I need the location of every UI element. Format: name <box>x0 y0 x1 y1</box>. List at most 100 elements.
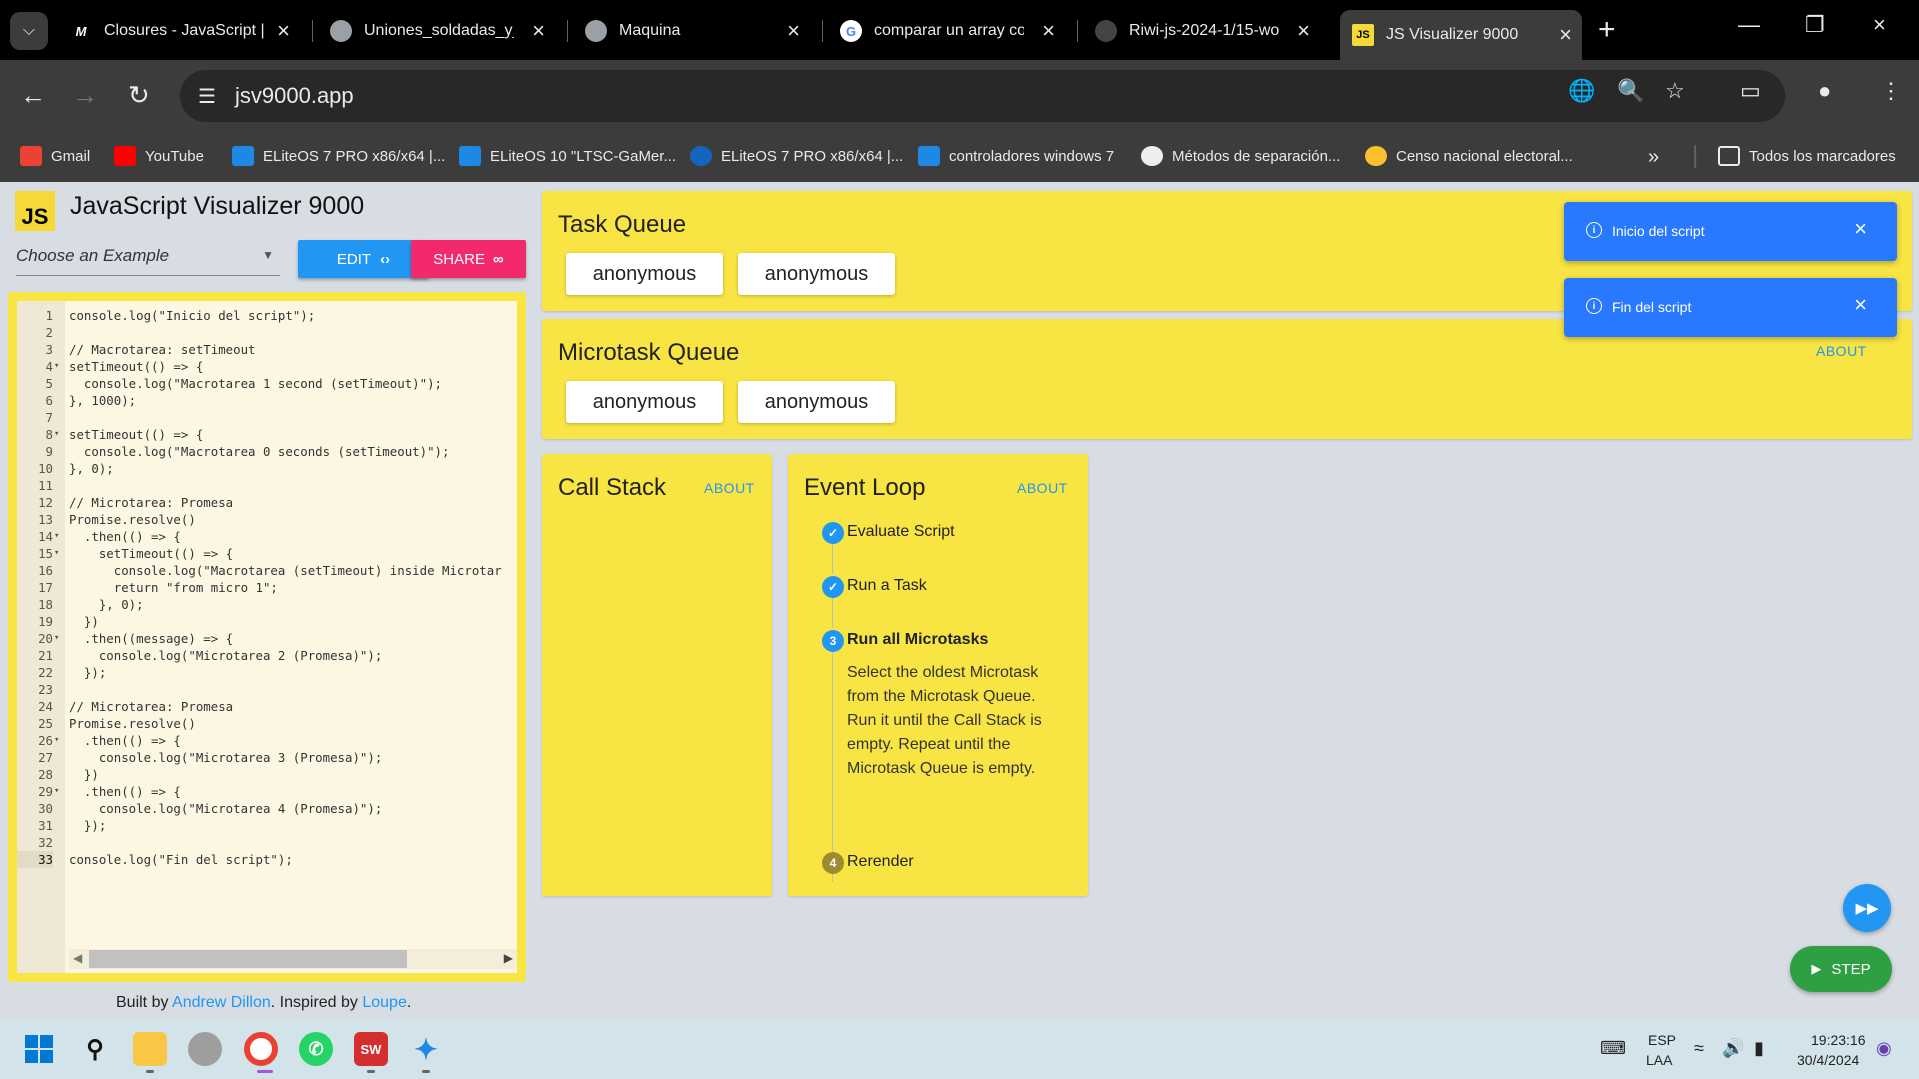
solidworks-icon[interactable]: SW <box>354 1032 388 1066</box>
code-line[interactable]: 11 <box>17 477 517 494</box>
microtask-about-link[interactable]: ABOUT <box>1816 343 1867 359</box>
example-select[interactable]: Choose an Example ▼ <box>16 246 280 276</box>
code-line[interactable]: 22 }); <box>17 664 517 681</box>
code-line[interactable]: 12 // Microtarea: Promesa <box>17 494 517 511</box>
code-editor[interactable]: ◀ ▶ 1 console.log("Inicio del script"); 2 3… <box>17 301 517 973</box>
code-line[interactable]: 19 }) <box>17 613 517 630</box>
code-line[interactable]: 18 }, 0); <box>17 596 517 613</box>
bookmark-controladores[interactable]: controladores windows 7 <box>918 146 1114 166</box>
zoom-icon[interactable]: 🔍 <box>1617 78 1644 104</box>
edit-button[interactable]: EDIT ‹› <box>298 240 429 278</box>
bookmark-eliteos-7[interactable]: ELiteOS 7 PRO x86/x64 |... <box>232 146 445 166</box>
keyboard-icon[interactable]: ⌨ <box>1600 1038 1626 1059</box>
close-icon[interactable]: × <box>277 18 290 44</box>
bookmark-star-icon[interactable]: ☆ <box>1665 78 1685 104</box>
code-line[interactable]: 8 ▾ setTimeout(() => { <box>17 426 517 443</box>
minimize-button[interactable]: — <box>1738 12 1760 38</box>
clock-time[interactable]: 19:23:16 <box>1811 1032 1866 1048</box>
wifi-icon[interactable]: ≈ <box>1694 1038 1704 1059</box>
fold-arrow-icon[interactable]: ▾ <box>54 732 64 749</box>
code-line[interactable]: 14 ▾ .then(() => { <box>17 528 517 545</box>
code-line[interactable]: 3 // Macrotarea: setTimeout <box>17 341 517 358</box>
whatsapp-icon[interactable]: ✆ <box>299 1032 333 1066</box>
code-line[interactable]: 26 ▾ .then(() => { <box>17 732 517 749</box>
tab-comparar[interactable]: G comparar un array con × <box>840 10 1065 52</box>
scrollbar-thumb[interactable] <box>89 950 407 968</box>
tab-uniones[interactable]: Uniones_soldadas_y_s × <box>330 10 555 52</box>
bookmark-censo[interactable]: Censo nacional electoral... <box>1365 146 1573 166</box>
fold-arrow-icon[interactable]: ▾ <box>54 528 64 545</box>
horizontal-scrollbar[interactable]: ◀ ▶ <box>69 949 517 969</box>
fast-forward-button[interactable]: ▶▶ <box>1843 884 1891 932</box>
reload-button[interactable]: ↻ <box>128 80 150 111</box>
clock-date[interactable]: 30/4/2024 <box>1797 1052 1859 1068</box>
close-icon[interactable]: × <box>1854 216 1867 242</box>
code-line[interactable]: 32 <box>17 834 517 851</box>
restore-button[interactable]: ❐ <box>1805 12 1825 38</box>
call-stack-about-link[interactable]: ABOUT <box>704 480 755 496</box>
step-button[interactable]: ▶ STEP <box>1790 946 1892 992</box>
share-button[interactable]: SHARE ∞ <box>411 240 526 278</box>
fold-arrow-icon[interactable]: ▾ <box>54 426 64 443</box>
translate-icon[interactable]: 🌐 <box>1568 78 1595 104</box>
code-line[interactable]: 23 <box>17 681 517 698</box>
extensions-icon[interactable]: ▭ <box>1740 78 1761 104</box>
code-line[interactable]: 31 }); <box>17 817 517 834</box>
search-icon[interactable]: ⚲ <box>78 1032 112 1066</box>
code-line[interactable]: 13 Promise.resolve() <box>17 511 517 528</box>
event-loop-about-link[interactable]: ABOUT <box>1017 480 1068 496</box>
fold-arrow-icon[interactable]: ▾ <box>54 630 64 647</box>
volume-icon[interactable]: 🔊 <box>1722 1038 1744 1059</box>
language-code[interactable]: ESP <box>1648 1032 1676 1048</box>
close-window-button[interactable]: × <box>1873 12 1886 38</box>
bookmark-youtube[interactable]: YouTube <box>114 146 204 166</box>
tab-closures[interactable]: M Closures - JavaScript | × <box>70 10 300 52</box>
fold-arrow-icon[interactable]: ▾ <box>54 783 64 800</box>
url-text[interactable]: jsv9000.app <box>235 83 354 109</box>
file-explorer-icon[interactable] <box>133 1032 167 1066</box>
code-line[interactable]: 2 <box>17 324 517 341</box>
tab-search-button[interactable]: ⌵ <box>10 12 48 50</box>
all-bookmarks-button[interactable]: Todos los marcadores <box>1718 146 1896 166</box>
code-line[interactable]: 1 console.log("Inicio del script"); <box>17 307 517 324</box>
close-icon[interactable]: × <box>1042 18 1055 44</box>
scroll-right-icon[interactable]: ▶ <box>504 951 513 965</box>
author-link[interactable]: Andrew Dillon <box>172 994 271 1011</box>
code-line[interactable]: 15 ▾ setTimeout(() => { <box>17 545 517 562</box>
code-line[interactable]: 33 console.log("Fin del script"); <box>17 851 517 868</box>
code-line[interactable]: 20 ▾ .then((message) => { <box>17 630 517 647</box>
battery-icon[interactable]: ▮ <box>1754 1038 1764 1059</box>
code-line[interactable]: 28 }) <box>17 766 517 783</box>
menu-icon[interactable]: ⋮ <box>1880 78 1902 104</box>
close-icon[interactable]: × <box>787 18 800 44</box>
forward-button[interactable]: → <box>72 80 98 111</box>
close-icon[interactable]: × <box>1297 18 1310 44</box>
code-line[interactable]: 29 ▾ .then(() => { <box>17 783 517 800</box>
new-tab-button[interactable]: + <box>1598 13 1616 47</box>
vscode-icon[interactable]: ✦ <box>409 1032 443 1066</box>
code-line[interactable]: 5 console.log("Macrotarea 1 second (setT… <box>17 375 517 392</box>
scroll-left-icon[interactable]: ◀ <box>73 951 82 965</box>
code-line[interactable]: 10}, 0); <box>17 460 517 477</box>
chrome-icon[interactable] <box>244 1032 278 1066</box>
bookmark-eliteos-7-b[interactable]: ELiteOS 7 PRO x86/x64 |... <box>690 146 903 166</box>
close-icon[interactable]: × <box>1854 292 1867 318</box>
code-line[interactable]: 27 console.log("Microtarea 3 (Promesa)")… <box>17 749 517 766</box>
code-line[interactable]: 30 console.log("Microtarea 4 (Promesa)")… <box>17 800 517 817</box>
code-line[interactable]: 6}, 1000); <box>17 392 517 409</box>
bookmark-eliteos-10[interactable]: ELiteOS 10 "LTSC-GaMer... <box>459 146 676 166</box>
loupe-link[interactable]: Loupe <box>362 994 407 1011</box>
address-bar[interactable]: ☰ jsv9000.app <box>180 70 1785 122</box>
code-line[interactable]: 21 console.log("Microtarea 2 (Promesa)")… <box>17 647 517 664</box>
code-line[interactable]: 7 <box>17 409 517 426</box>
tab-js-visualizer[interactable]: JS JS Visualizer 9000 × <box>1340 10 1582 60</box>
close-icon[interactable]: × <box>532 18 545 44</box>
fold-arrow-icon[interactable]: ▾ <box>54 358 64 375</box>
code-line[interactable]: 25 Promise.resolve() <box>17 715 517 732</box>
more-bookmarks-button[interactable]: » <box>1648 146 1659 169</box>
close-icon[interactable]: × <box>1559 22 1572 48</box>
tab-maquina[interactable]: Maquina × <box>585 10 810 52</box>
code-line[interactable]: 9 console.log("Macrotarea 0 seconds (set… <box>17 443 517 460</box>
notification-bell-icon[interactable]: ◉ <box>1876 1038 1892 1059</box>
back-button[interactable]: ← <box>20 80 46 111</box>
